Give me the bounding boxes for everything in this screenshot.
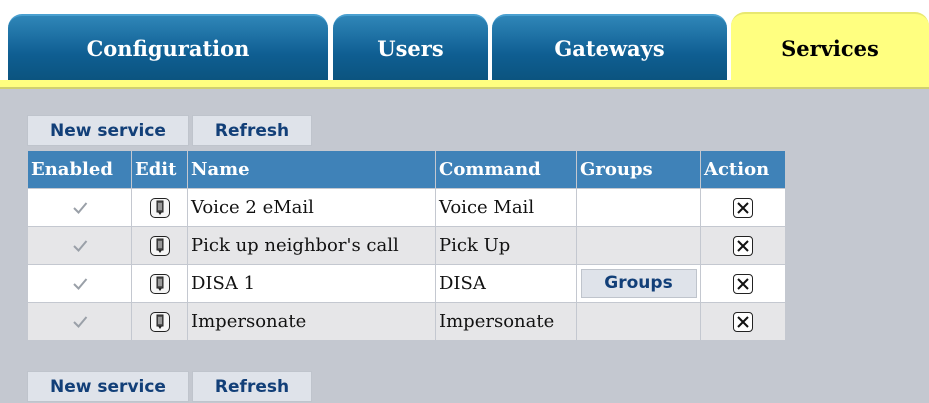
groups-cell [576,302,701,341]
groups-cell: Groups [576,264,701,303]
edit-cell [131,302,188,341]
column-header-command: Command [435,150,577,189]
enabled-cell[interactable] [27,226,132,265]
command-cell: Voice Mail [435,188,577,227]
groups-button[interactable]: Groups [580,269,697,298]
tab-users[interactable]: Users [333,14,488,80]
name-cell: Pick up neighbor's call [187,226,436,265]
tab-accent-line [0,80,929,89]
table-row: Pick up neighbor's call Pick Up [27,226,786,265]
new-service-button-bottom[interactable]: New service [27,371,189,402]
check-icon[interactable] [71,237,89,255]
groups-cell [576,188,701,227]
edit-icon[interactable] [149,198,170,218]
refresh-button-bottom[interactable]: Refresh [192,371,312,402]
delete-icon[interactable] [733,236,753,256]
table-row: Impersonate Impersonate [27,302,786,341]
services-table: Enabled Edit Name Command Groups Action … [27,150,786,341]
name-cell: DISA 1 [187,264,436,303]
action-cell [700,188,786,227]
command-cell: DISA [435,264,577,303]
table-row: DISA 1 DISA Groups [27,264,786,303]
new-service-button-top[interactable]: New service [27,115,189,146]
name-cell: Impersonate [187,302,436,341]
delete-icon[interactable] [733,312,753,332]
tab-bar: Configuration Users Gateways Services [0,0,929,92]
column-header-enabled: Enabled [27,150,132,189]
refresh-button-top[interactable]: Refresh [192,115,312,146]
enabled-cell[interactable] [27,188,132,227]
edit-cell [131,188,188,227]
edit-icon[interactable] [149,274,170,294]
edit-cell [131,264,188,303]
tab-configuration[interactable]: Configuration [8,14,328,80]
action-cell [700,302,786,341]
name-cell: Voice 2 eMail [187,188,436,227]
column-header-groups: Groups [576,150,701,189]
command-cell: Pick Up [435,226,577,265]
column-header-name: Name [187,150,436,189]
tab-services[interactable]: Services [731,12,929,82]
edit-icon[interactable] [149,236,170,256]
delete-icon[interactable] [733,198,753,218]
enabled-cell[interactable] [27,264,132,303]
check-icon[interactable] [71,313,89,331]
check-icon[interactable] [71,199,89,217]
enabled-cell[interactable] [27,302,132,341]
column-header-edit: Edit [131,150,188,189]
column-header-action: Action [700,150,786,189]
edit-cell [131,226,188,265]
delete-icon[interactable] [733,274,753,294]
tab-gateways[interactable]: Gateways [492,14,727,80]
table-row: Voice 2 eMail Voice Mail [27,188,786,227]
edit-icon[interactable] [149,312,170,332]
table-header-row: Enabled Edit Name Command Groups Action [27,150,786,189]
command-cell: Impersonate [435,302,577,341]
groups-cell [576,226,701,265]
action-cell [700,264,786,303]
action-cell [700,226,786,265]
check-icon[interactable] [71,275,89,293]
